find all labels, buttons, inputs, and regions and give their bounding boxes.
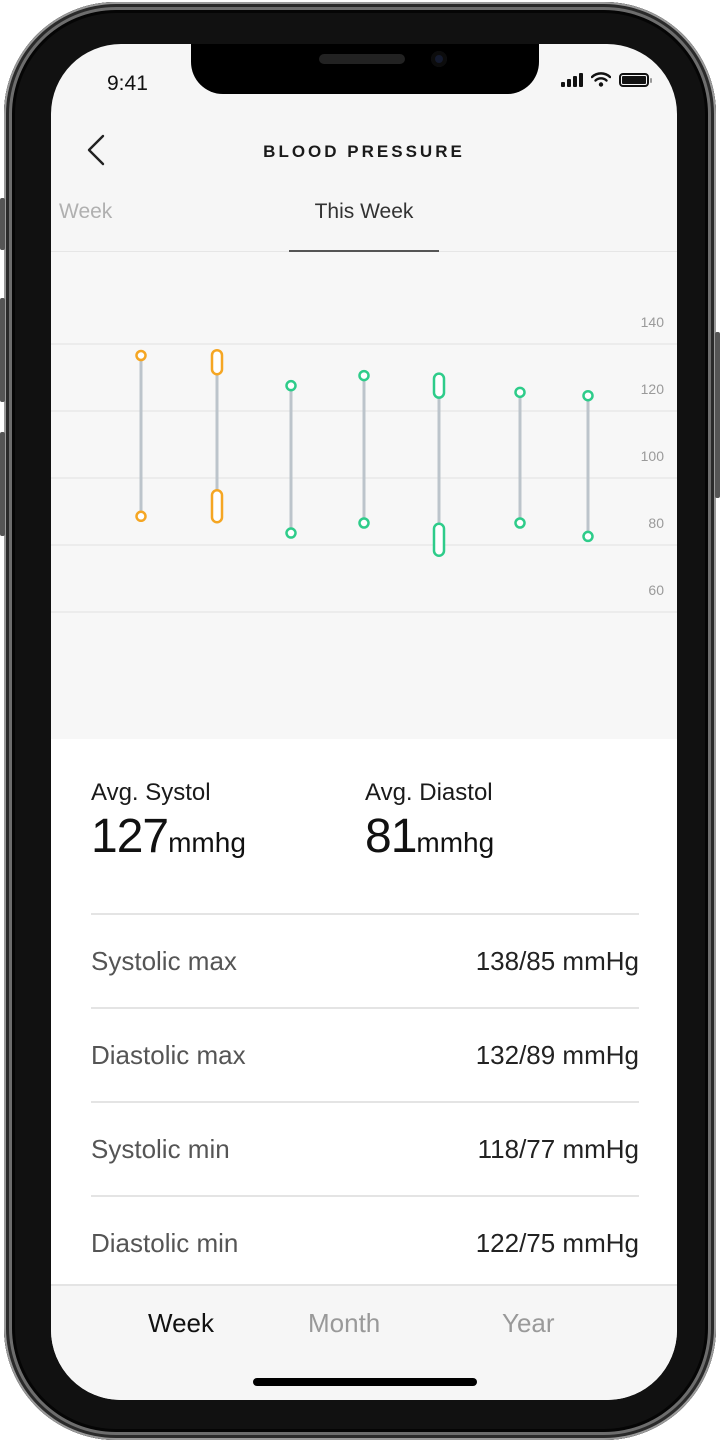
avg-systolic-value: 127 <box>91 810 169 863</box>
stat-label: Systolic min <box>91 1133 230 1164</box>
notch <box>191 44 539 94</box>
status-time: 9:41 <box>107 72 148 95</box>
y-tick-label: 140 <box>641 314 665 330</box>
y-tick-label: 80 <box>648 515 664 531</box>
tab-month[interactable]: Month <box>308 1308 380 1339</box>
stat-row-diastolic-min: Diastolic min 122/75 mmHg <box>91 1195 639 1289</box>
stat-value: 132/89 mmHg <box>475 1039 639 1070</box>
stat-label: Systolic max <box>91 945 237 976</box>
stat-value: 118/77 mmHg <box>477 1133 639 1164</box>
page-title: BLOOD PRESSURE <box>263 142 465 161</box>
y-tick-label: 60 <box>648 582 664 598</box>
stat-value: 122/75 mmHg <box>475 1227 639 1258</box>
tab-week[interactable]: Week <box>148 1308 214 1339</box>
stats-panel: Avg. Systol 127mmhg Avg. Diastol 81mmhg … <box>51 739 677 1284</box>
diastolic-marker <box>210 489 224 524</box>
bottom-tab-bar: Week Month Year <box>51 1284 677 1400</box>
avg-systolic-label: Avg. Systol <box>91 779 211 806</box>
systolic-marker <box>432 372 446 399</box>
status-icons <box>561 72 652 87</box>
speaker <box>319 54 405 64</box>
diastolic-marker <box>514 517 526 529</box>
systolic-marker <box>135 349 147 362</box>
avg-systolic: Avg. Systol 127mmhg <box>91 779 246 864</box>
stat-label: Diastolic min <box>91 1227 239 1258</box>
stat-row-systolic-min: Systolic min 118/77 mmHg <box>91 1101 639 1195</box>
wifi-icon <box>591 72 611 87</box>
stat-label: Diastolic max <box>91 1039 246 1070</box>
volume-up-button <box>0 298 5 402</box>
stat-row-systolic-max: Systolic max 138/85 mmHg <box>91 913 639 1007</box>
diastolic-marker <box>582 530 594 543</box>
avg-diastolic-unit: mmhg <box>416 827 495 858</box>
stat-row-diastolic-max: Diastolic max 132/89 mmHg <box>91 1007 639 1101</box>
tab-this-week[interactable]: This Week <box>289 200 439 252</box>
period-tabs: Week This Week <box>51 194 677 252</box>
tab-year[interactable]: Year <box>502 1308 555 1339</box>
nav-header: BLOOD PRESSURE <box>51 124 677 174</box>
stats-list: Systolic max 138/85 mmHg Diastolic max 1… <box>91 913 639 1289</box>
y-tick-label: 100 <box>641 448 665 464</box>
systolic-marker <box>582 389 594 402</box>
screen: 9:41 BLOOD PRESSURE Week This Week 140 1… <box>51 44 677 1400</box>
blood-pressure-chart: 1401201008060MTWTFSS <box>51 252 677 739</box>
tab-previous-week[interactable]: Week <box>59 200 112 224</box>
volume-down-button <box>0 432 5 536</box>
diastolic-marker <box>358 517 370 529</box>
mute-switch <box>0 198 5 250</box>
signal-icon <box>561 72 583 87</box>
avg-systolic-unit: mmhg <box>168 827 246 858</box>
diastolic-marker <box>285 527 297 539</box>
systolic-marker <box>210 348 224 376</box>
stat-value: 138/85 mmHg <box>475 945 639 976</box>
power-button <box>715 332 720 498</box>
phone-frame: 9:41 BLOOD PRESSURE Week This Week 140 1… <box>0 2 720 1440</box>
y-tick-label: 120 <box>641 381 665 397</box>
systolic-marker <box>358 369 370 382</box>
systolic-marker <box>514 386 526 399</box>
diastolic-marker <box>135 510 147 523</box>
camera-icon <box>431 51 447 67</box>
diastolic-marker <box>432 522 446 557</box>
avg-diastolic-label: Avg. Diastol <box>365 779 493 806</box>
systolic-marker <box>285 379 297 392</box>
home-indicator <box>253 1378 477 1386</box>
chart-svg: 1401201008060MTWTFSS <box>51 314 677 739</box>
avg-diastolic: Avg. Diastol 81mmhg <box>365 779 494 864</box>
battery-icon <box>619 72 652 87</box>
avg-diastolic-value: 81 <box>365 810 417 863</box>
